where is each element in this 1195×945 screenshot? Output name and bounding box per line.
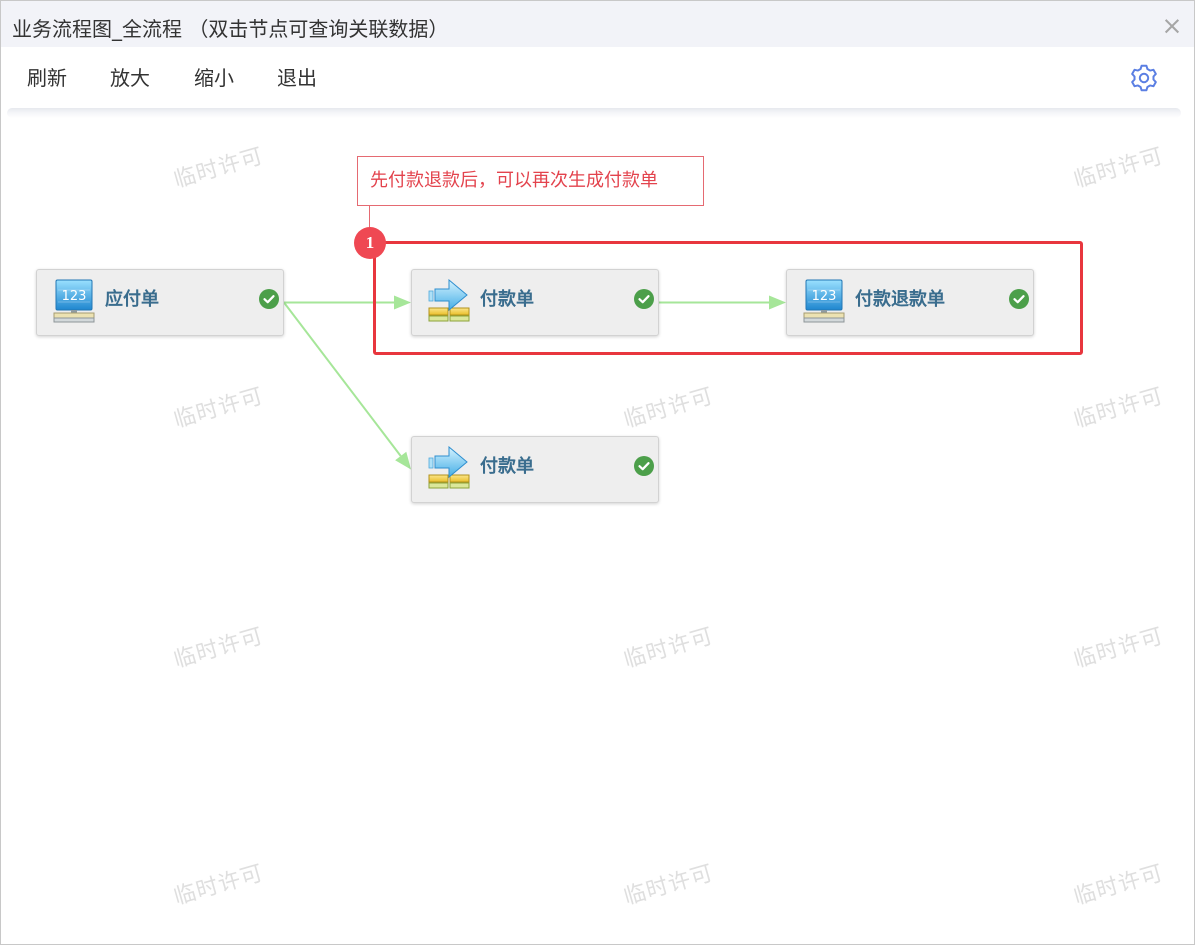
- flow-node-payment[interactable]: 付款单: [411, 436, 659, 503]
- flow-canvas: 临时许可 临时许可 临时许可 临时许可 临时许可 临时许可 临时许可 临时许可 …: [1, 1, 1194, 944]
- check-circle-icon: [634, 456, 654, 476]
- callout-connector: [369, 206, 370, 228]
- highlight-frame: [373, 241, 1083, 355]
- icon-text: 123: [62, 289, 87, 304]
- flow-node-label: 应付单: [105, 289, 159, 310]
- flow-node-payable[interactable]: 123 应付单: [36, 269, 284, 336]
- flow-node-label: 付款单: [480, 456, 534, 477]
- annotation-callout: 先付款退款后，可以再次生成付款单: [357, 156, 704, 206]
- annotation-badge: 1: [354, 227, 386, 259]
- flow-edge-arrowhead: [395, 451, 411, 470]
- flow-dialog: 业务流程图_全流程 （双击节点可查询关联数据） × 刷新 放大 缩小 退出 临时…: [0, 0, 1195, 945]
- check-circle-icon: [259, 289, 279, 309]
- payment-arrow-icon: [428, 446, 470, 490]
- monitor-123-icon: 123: [53, 279, 95, 323]
